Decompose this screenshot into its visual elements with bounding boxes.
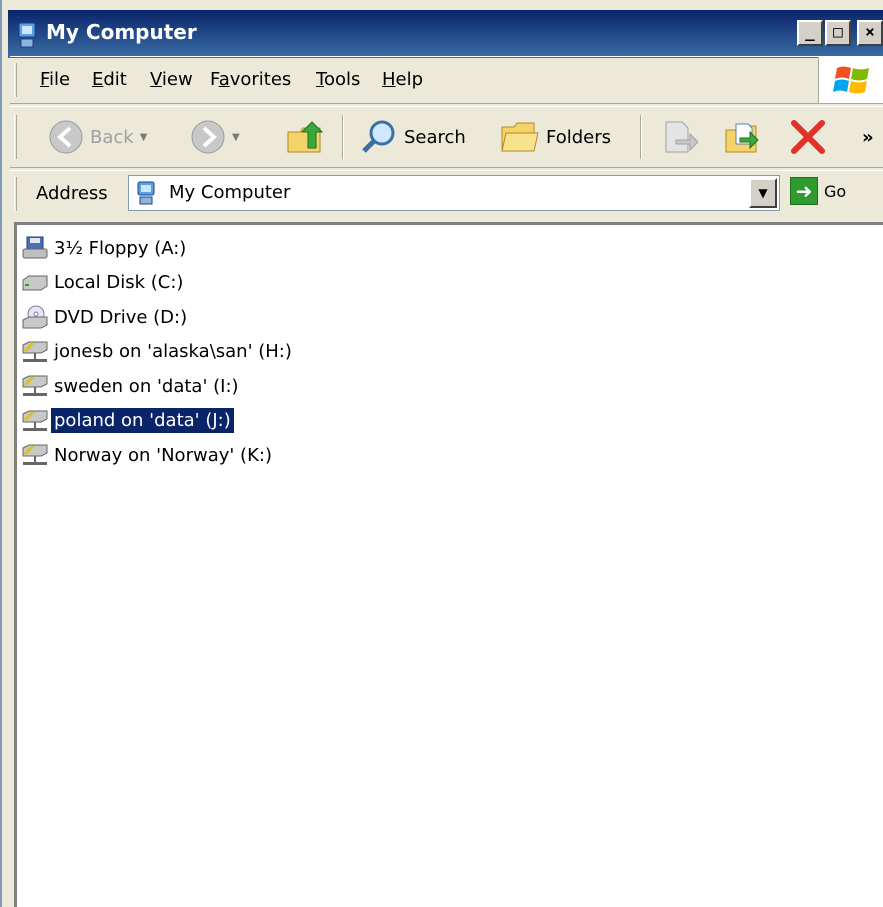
drive-item[interactable]: sweden on 'data' (I:) (21, 369, 295, 404)
folders-button[interactable]: Folders (500, 115, 611, 159)
menu-edit[interactable]: Edit (92, 69, 127, 90)
network-drive-icon (21, 408, 49, 434)
go-button[interactable]: ➜ Go (790, 177, 846, 205)
go-arrow-icon: ➜ (790, 177, 818, 205)
network-drive-icon (21, 442, 49, 468)
my-computer-icon (137, 181, 155, 205)
menu-favorites-rest: vorites (229, 69, 292, 90)
menu-bar: File Edit View Favorites Tools Help (10, 56, 883, 104)
my-computer-icon (18, 22, 36, 48)
drive-label: 3½ Floppy (A:) (54, 237, 187, 259)
back-arrow-icon (49, 120, 83, 154)
address-dropdown-button[interactable]: ▼ (749, 178, 777, 208)
up-folder-button[interactable] (286, 115, 326, 159)
copy-to-icon (725, 123, 759, 153)
address-label: Address (36, 183, 108, 204)
go-label: Go (824, 181, 847, 201)
search-icon (362, 120, 395, 153)
menu-view[interactable]: View (150, 69, 193, 90)
close-button[interactable]: × (857, 20, 883, 46)
search-button[interactable]: Search (360, 115, 466, 159)
delete-icon (791, 120, 825, 154)
toolbar-overflow-button[interactable]: » (862, 115, 874, 159)
search-label: Search (404, 126, 466, 148)
menu-file-rest: ile (49, 69, 71, 90)
drive-item[interactable]: Norway on 'Norway' (K:) (21, 438, 295, 473)
drive-label: jonesb on 'alaska\san' (H:) (54, 341, 292, 363)
drive-item[interactable]: 3½ Floppy (A:) (21, 231, 295, 266)
toolbar-grip[interactable] (14, 115, 17, 159)
menu-grip[interactable] (14, 63, 17, 97)
forward-button[interactable]: ▼ (190, 115, 240, 159)
drive-label: Norway on 'Norway' (K:) (54, 444, 272, 466)
back-dropdown-icon[interactable]: ▼ (140, 132, 148, 143)
file-view[interactable]: 3½ Floppy (A:) Local Disk (C:) DVD Drive (… (14, 222, 883, 907)
folders-icon (501, 122, 539, 152)
drive-label: Local Disk (C:) (54, 272, 184, 294)
menu-tools-accel: T (316, 69, 324, 90)
forward-dropdown-icon[interactable]: ▼ (232, 132, 240, 143)
menu-help-rest: elp (395, 69, 424, 90)
menu-view-rest: iew (161, 69, 193, 90)
delete-button[interactable] (788, 115, 828, 159)
copy-to-button[interactable] (722, 115, 762, 159)
menu-favorites-pre: F (210, 69, 219, 90)
address-value: My Computer (169, 182, 291, 203)
menu-help-accel: H (382, 69, 396, 90)
menu-tools[interactable]: Tools (316, 69, 360, 90)
drive-list: 3½ Floppy (A:) Local Disk (C:) DVD Drive (… (21, 231, 295, 473)
move-to-icon (665, 121, 698, 153)
drive-label: DVD Drive (D:) (54, 306, 188, 328)
toolbar-separator (640, 115, 642, 159)
address-input[interactable]: My Computer ▼ (128, 175, 780, 211)
toolbar-separator (342, 115, 344, 159)
drive-item[interactable]: jonesb on 'alaska\san' (H:) (21, 335, 295, 370)
maximize-button[interactable]: □ (825, 20, 851, 46)
network-drive-icon (21, 339, 49, 365)
folders-label: Folders (546, 126, 612, 148)
dvd-drive-icon (21, 304, 49, 330)
windows-flag-icon (833, 66, 869, 94)
minimize-button[interactable]: _ (797, 20, 823, 46)
menu-help[interactable]: Help (382, 69, 423, 90)
back-label: Back (90, 126, 134, 148)
menu-view-accel: V (150, 69, 162, 90)
drive-label: sweden on 'data' (I:) (54, 375, 239, 397)
title-bar[interactable]: My Computer _ □ × (8, 10, 883, 58)
standard-toolbar: Back ▼ ▼ Search Folders » (10, 106, 883, 168)
back-button[interactable]: Back ▼ (48, 115, 147, 159)
network-drive-icon (21, 373, 49, 399)
address-bar: Address My Computer ▼ ➜ Go (10, 170, 883, 216)
up-folder-icon (287, 121, 324, 153)
move-to-button[interactable] (660, 115, 698, 159)
hard-disk-icon (21, 270, 49, 296)
drive-label: poland on 'data' (J:) (51, 408, 234, 434)
forward-arrow-icon (191, 120, 225, 154)
menu-tools-rest: ools (323, 69, 361, 90)
menu-file-accel: F (40, 69, 50, 90)
windows-logo (818, 57, 883, 103)
menu-edit-rest: dit (103, 69, 127, 90)
drive-item[interactable]: Local Disk (C:) (21, 266, 295, 301)
address-grip[interactable] (14, 177, 17, 211)
window-title: My Computer (46, 20, 197, 44)
floppy-drive-icon (21, 235, 49, 261)
menu-favorites[interactable]: Favorites (210, 69, 291, 90)
menu-file[interactable]: File (40, 69, 70, 90)
drive-item[interactable]: DVD Drive (D:) (21, 300, 295, 335)
explorer-window: My Computer _ □ × File Edit View Favorit… (0, 0, 883, 907)
drive-item[interactable]: poland on 'data' (J:) (21, 404, 295, 439)
menu-favorites-accel: a (218, 69, 230, 90)
menu-edit-accel: E (92, 69, 104, 90)
